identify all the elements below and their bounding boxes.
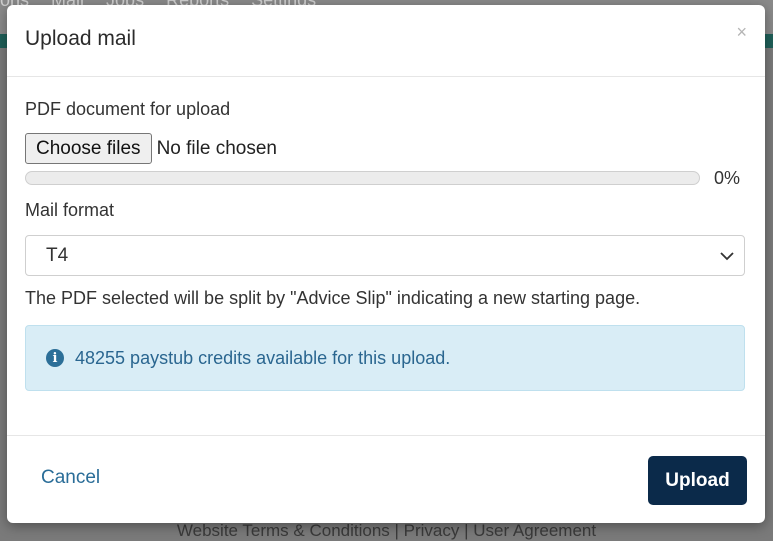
choose-files-button[interactable]: Choose files [25,133,152,164]
background-footer: Website Terms & Conditions | Privacy | U… [176,521,597,540]
upload-mail-modal: Upload mail × PDF document for upload Ch… [7,5,765,523]
file-input: Choose files No file chosen [25,133,277,164]
split-help-text: The PDF selected will be split by "Advic… [25,288,641,308]
cancel-button[interactable]: Cancel [41,467,100,489]
modal-header: Upload mail × [7,5,765,77]
credits-info-text: 48255 paystub credits available for this… [75,347,451,368]
upload-progress-bar [25,171,700,185]
mail-format-select[interactable]: T4 [25,235,745,276]
modal-footer: Cancel Upload [7,435,765,523]
pdf-upload-label: PDF document for upload [25,99,231,119]
info-circle-icon: i [46,349,64,367]
chevron-down-icon [720,252,734,261]
mail-format-selected-value: T4 [46,244,69,266]
close-icon[interactable]: × [736,23,747,41]
upload-progress-percent: 0% [713,168,740,188]
mail-format-label: Mail format [25,200,115,220]
upload-button[interactable]: Upload [648,456,747,505]
modal-body: PDF document for upload Choose files No … [7,77,765,437]
modal-title: Upload mail [25,27,136,50]
credits-info-alert: i 48255 paystub credits available for th… [25,325,745,391]
file-status-text: No file chosen [156,137,277,159]
